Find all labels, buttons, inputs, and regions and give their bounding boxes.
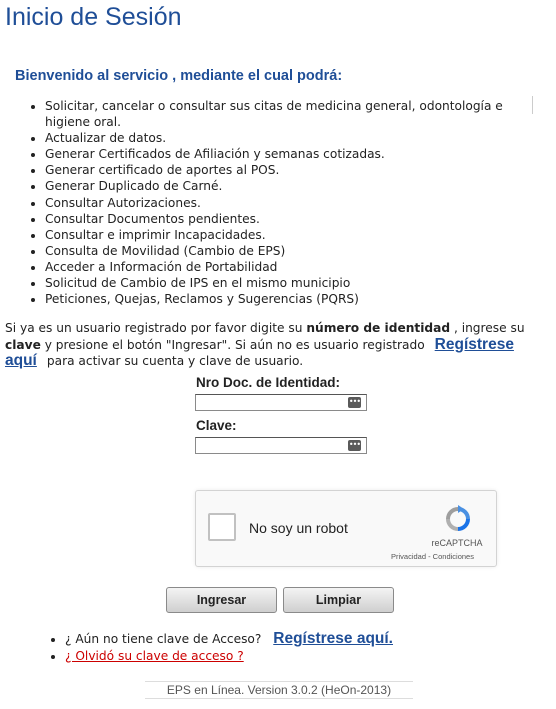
forgot-password-link[interactable]: ¿ Olvidó su clave de acceso ?	[65, 649, 244, 663]
recaptcha-label: No soy un robot	[249, 520, 348, 536]
list-item: Consultar Documentos pendientes.	[45, 211, 549, 227]
intro-part: para activar su cuenta y clave de usuari…	[46, 354, 304, 368]
password-input[interactable]: •••	[195, 437, 367, 454]
recaptcha-widget: No soy un robot reCAPTCHA Privacidad - C…	[195, 490, 497, 567]
list-item: Generar Certificados de Afiliación y sem…	[45, 146, 549, 162]
account-links: ¿ Aún no tiene clave de Acceso? Regístre…	[46, 630, 393, 665]
list-item: Consultar e imprimir Incapacidades.	[45, 227, 549, 243]
list-item: Acceder a Información de Portabilidad	[45, 259, 549, 275]
list-item: Peticiones, Quejas, Reclamos y Sugerenci…	[45, 291, 549, 307]
list-item: ¿ Aún no tiene clave de Acceso? Regístre…	[65, 630, 393, 648]
list-item: ¿ Olvidó su clave de acceso ?	[65, 648, 393, 665]
footer-version: EPS en Línea. Version 3.0.2 (HeOn-2013)	[145, 681, 413, 699]
welcome-heading: Bienvenido al servicio , mediante el cua…	[15, 68, 343, 84]
recaptcha-checkbox[interactable]	[208, 513, 236, 541]
register-link-bottom[interactable]: Regístrese aquí.	[273, 630, 393, 647]
intro-part: , ingrese su	[450, 321, 525, 335]
doc-number-input[interactable]: •••	[195, 394, 367, 411]
list-item: Solicitud de Cambio de IPS en el mismo m…	[45, 275, 549, 291]
list-item: Solicitar, cancelar o consultar sus cita…	[45, 98, 549, 130]
password-label: Clave:	[196, 418, 237, 433]
keyboard-icon[interactable]: •••	[348, 440, 361, 451]
recaptcha-logo-icon	[446, 505, 470, 531]
intro-bold-id: número de identidad	[306, 321, 451, 335]
intro-part: y presione el botón "Ingresar". Si aún n…	[40, 337, 425, 352]
intro-bold-key: clave	[5, 337, 41, 352]
intro-text: Si ya es un usuario registrado por favor…	[5, 320, 551, 370]
list-item: Generar certificado de aportes al POS.	[45, 162, 549, 178]
recaptcha-links[interactable]: Privacidad - Condiciones	[391, 552, 499, 561]
list-item: Consulta de Movilidad (Cambio de EPS)	[45, 243, 549, 259]
keyboard-icon[interactable]: •••	[348, 397, 361, 408]
doc-label: Nro Doc. de Identidad:	[196, 375, 341, 390]
login-button[interactable]: Ingresar	[166, 587, 277, 613]
no-key-text: ¿ Aún no tiene clave de Acceso?	[65, 632, 262, 646]
services-list: Solicitar, cancelar o consultar sus cita…	[26, 98, 549, 307]
list-item: Generar Duplicado de Carné.	[45, 178, 549, 194]
list-item: Consultar Autorizaciones.	[45, 195, 549, 211]
intro-part: Si ya es un usuario registrado por favor…	[5, 321, 307, 335]
clear-button[interactable]: Limpiar	[283, 587, 394, 613]
recaptcha-brand: reCAPTCHA	[431, 538, 483, 548]
list-item: Actualizar de datos.	[45, 130, 549, 146]
page-title: Inicio de Sesión	[5, 3, 182, 31]
